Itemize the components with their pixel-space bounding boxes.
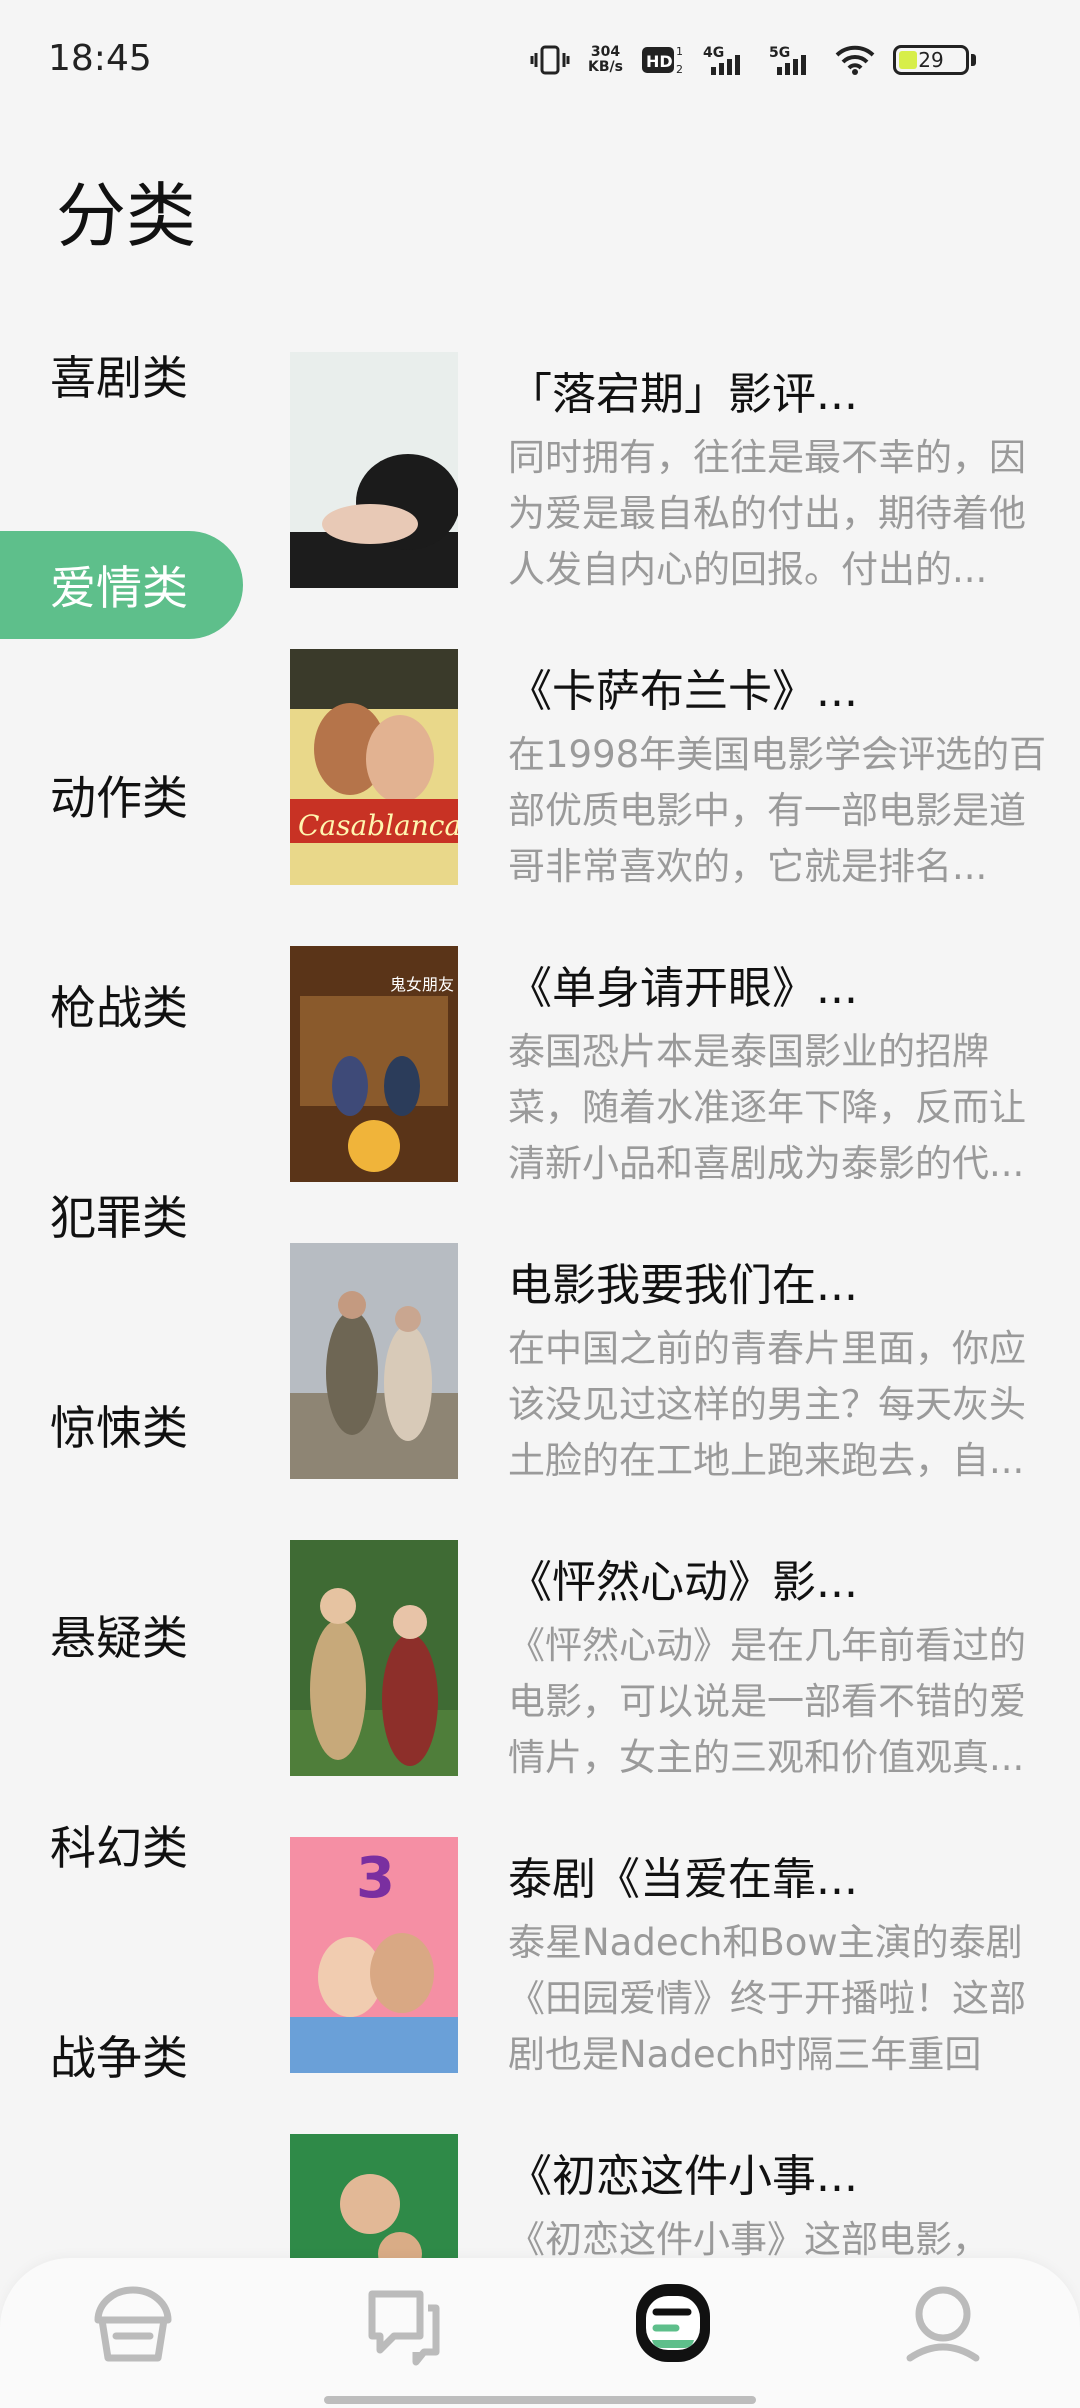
article-title: 《怦然心动》影... [508, 1557, 858, 1608]
signal-5g-icon: 5G [769, 45, 806, 75]
article-item[interactable]: 《怦然心动》影... 《怦然心动》是在几年前看过的电影，可以说是一部看不错的爱情… [290, 1540, 1060, 1800]
status-time: 18:45 [48, 38, 152, 79]
article-item[interactable]: 鬼女朋友 《单身请开眼》... 泰国恐片本是泰国影业的招牌菜，随着水准逐年下降，… [290, 946, 1060, 1206]
home-indicator[interactable] [324, 2396, 756, 2404]
article-title: 电影我要我们在... [508, 1260, 858, 1311]
category-gunfight[interactable]: 枪战类 [0, 951, 243, 1059]
tab-bar [0, 2258, 1080, 2408]
category-war[interactable]: 战争类 [0, 2001, 243, 2109]
category-mystery[interactable]: 悬疑类 [0, 1581, 243, 1689]
category-icon[interactable] [628, 2278, 718, 2368]
article-title: 泰剧《当爱在靠... [508, 1854, 858, 1905]
category-action[interactable]: 动作类 [0, 741, 243, 849]
page-title: 分类 [56, 175, 196, 257]
status-bar: 18:45 304 KB/s HD 1 2 4G 5G 29 [0, 0, 1080, 120]
status-icons: 304 KB/s HD 1 2 4G 5G 29 [530, 40, 976, 80]
signal-4g-icon: 4G [703, 45, 740, 75]
svg-text:3: 3 [356, 1846, 395, 1911]
svg-text:2: 2 [676, 63, 683, 76]
poster-image [290, 1243, 458, 1479]
svg-text:1: 1 [676, 45, 683, 58]
poster-image: Casablanca [290, 649, 458, 885]
profile-icon[interactable] [898, 2278, 988, 2368]
article-item[interactable]: Casablanca 《卡萨布兰卡》... 在1998年美国电影学会评选的百部优… [290, 649, 1060, 909]
wifi-icon [835, 45, 875, 75]
poster-image [290, 1540, 458, 1776]
svg-text:5G: 5G [769, 45, 790, 61]
svg-text:鬼女朋友: 鬼女朋友 [390, 975, 454, 994]
poster-image: 鬼女朋友 [290, 946, 458, 1182]
category-comedy[interactable]: 喜剧类 [0, 321, 243, 429]
poster-image: 3 [290, 1837, 458, 2073]
category-romance[interactable]: 爱情类 [0, 531, 243, 639]
battery-icon: 29 [892, 45, 969, 75]
article-desc: 泰星Nadech和Bow主演的泰剧《田园爱情》终于开播啦！这部剧也是Nadech… [508, 1921, 1026, 2076]
article-item[interactable]: 「落宕期」影评... 同时拥有，往往是最不幸的，因为爱是最自私的付出，期待着他人… [290, 352, 1060, 612]
hd-icon: HD1 2 [641, 45, 683, 76]
svg-text:HD: HD [646, 52, 673, 71]
article-item[interactable]: 3 泰剧《当爱在靠... 泰星Nadech和Bow主演的泰剧《田园爱情》终于开播… [290, 1837, 1060, 2097]
category-scifi[interactable]: 科幻类 [0, 1791, 243, 1899]
chat-icon[interactable] [358, 2278, 448, 2368]
article-desc: 泰国恐片本是泰国影业的招牌菜，随着水准逐年下降，反而让清新小品和喜剧成为泰影的代… [508, 1030, 1026, 1185]
home-icon[interactable] [88, 2278, 178, 2368]
poster-image [290, 352, 458, 588]
article-desc: 《怦然心动》是在几年前看过的电影，可以说是一部看不错的爱情片，女主的三观和价值观… [508, 1624, 1026, 1779]
svg-text:4G: 4G [703, 45, 724, 61]
article-item[interactable]: 电影我要我们在... 在中国之前的青春片里面，你应该没见过这样的男主？每天灰头土… [290, 1243, 1060, 1503]
vibrate-icon [530, 45, 570, 75]
article-desc: 同时拥有，往往是最不幸的，因为爱是最自私的付出，期待着他人发自内心的回报。付出的… [508, 436, 1026, 591]
article-title: 《初恋这件小事... [508, 2151, 858, 2202]
article-title: 《卡萨布兰卡》... [508, 666, 858, 717]
category-thriller[interactable]: 惊悚类 [0, 1371, 243, 1479]
category-crime[interactable]: 犯罪类 [0, 1161, 243, 1269]
network-speed: 304 KB/s [588, 44, 623, 75]
article-title: 「落宕期」影评... [508, 369, 858, 420]
article-desc: 在1998年美国电影学会评选的百部优质电影中，有一部电影是道哥非常喜欢的，它就是… [508, 733, 1047, 888]
svg-text:Casablanca: Casablanca [298, 809, 458, 842]
article-desc: 在中国之前的青春片里面，你应该没见过这样的男主？每天灰头土脸的在工地上跑来跑去，… [508, 1327, 1026, 1482]
article-title: 《单身请开眼》... [508, 963, 858, 1014]
